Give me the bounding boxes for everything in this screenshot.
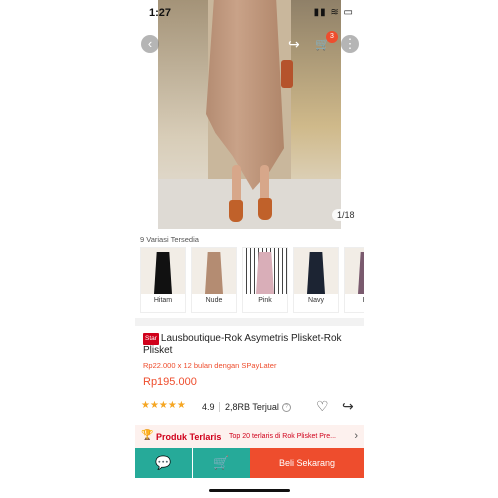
status-time: 1:27 [149, 7, 172, 19]
image-counter: 1/18 [332, 209, 360, 221]
variant-pink[interactable]: Pink [242, 247, 288, 313]
variations-list: Hitam Nude Pink Navy Pu [140, 247, 364, 313]
skirt-figure [206, 0, 284, 190]
variant-hitam[interactable]: Hitam [140, 247, 186, 313]
buy-now-button[interactable]: Beli Sekarang [250, 448, 364, 478]
variant-label: Pink [258, 297, 272, 304]
bestseller-label: Produk Terlaris [156, 432, 222, 442]
bestseller-banner[interactable]: 🏆 Produk Terlaris Top 20 terlaris di Rok… [135, 425, 364, 448]
shoe-figure [258, 198, 272, 220]
variant-skirt [256, 252, 274, 294]
rating-row: ★★★★★ 4.9 2,8RB Terjual ? ♡ ↪ [141, 398, 361, 415]
shoe-figure [229, 200, 243, 222]
variant-thumbnail [294, 248, 338, 294]
variant-thumbnail [243, 248, 287, 294]
chevron-right-icon: › [354, 430, 358, 442]
variant-thumbnail [192, 248, 236, 294]
heart-icon[interactable]: ♡ [316, 398, 329, 415]
chat-icon: 💬 [155, 455, 172, 470]
rating-separator [219, 402, 220, 412]
star-badge: Star [143, 333, 159, 345]
home-indicator [209, 489, 290, 492]
variant-label: Navy [308, 297, 324, 304]
variant-skirt [358, 252, 364, 294]
variations-title: 9 Variasi Tersedia [140, 235, 199, 244]
variant-skirt [205, 252, 223, 294]
share-icon[interactable]: ↪ [342, 398, 354, 415]
bottom-action-bar: 💬 🛒 Beli Sekarang [135, 448, 364, 478]
installment-text[interactable]: Rp22.000 x 12 bulan dengan SPayLater [143, 361, 276, 370]
product-image[interactable] [158, 0, 341, 229]
cart-badge: 3 [326, 31, 338, 43]
bestseller-text: Top 20 terlaris di Rok Plisket Pre... [229, 433, 336, 440]
add-to-cart-button[interactable]: 🛒 [193, 448, 250, 478]
bag-figure [281, 60, 293, 88]
product-page: 1:27 ▮▮ ≋ ▭ ‹ ↪ 🛒 3 ⋮ 1/18 9 Variasi Ter… [135, 0, 364, 498]
chat-button[interactable]: 💬 [135, 448, 192, 478]
variant-skirt [307, 252, 325, 294]
variant-nude[interactable]: Nude [191, 247, 237, 313]
more-button[interactable]: ⋮ [341, 35, 359, 53]
product-title: Lausboutique-Rok Asymetris Plisket-Rok P… [143, 333, 342, 356]
info-icon[interactable]: ? [282, 403, 291, 412]
variant-label: Nude [205, 297, 223, 304]
rating-stars-icon: ★★★★★ [141, 400, 186, 411]
add-cart-icon: 🛒 [213, 455, 230, 470]
trophy-icon: 🏆 [141, 430, 154, 441]
section-divider [135, 318, 364, 326]
variant-thumbnail [141, 248, 185, 294]
sold-count: 2,8RB Terjual [225, 402, 279, 412]
variant-skirt [154, 252, 172, 294]
variant-navy[interactable]: Navy [293, 247, 339, 313]
image-floor [158, 179, 341, 229]
variant-pu[interactable]: Pu [344, 247, 364, 313]
variant-thumbnail [345, 248, 364, 294]
rating-value: 4.9 [202, 402, 215, 412]
status-bar: 1:27 ▮▮ ≋ ▭ [135, 0, 364, 24]
share-icon[interactable]: ↪ [288, 35, 300, 53]
back-button[interactable]: ‹ [141, 35, 159, 53]
status-icons: ▮▮ ≋ ▭ [313, 7, 354, 18]
variant-label: Pu [345, 297, 364, 304]
variant-label: Hitam [153, 297, 173, 304]
product-title-row: Star Lausboutique-Rok Asymetris Plisket-R… [143, 333, 357, 357]
product-price: Rp195.000 [143, 376, 197, 388]
